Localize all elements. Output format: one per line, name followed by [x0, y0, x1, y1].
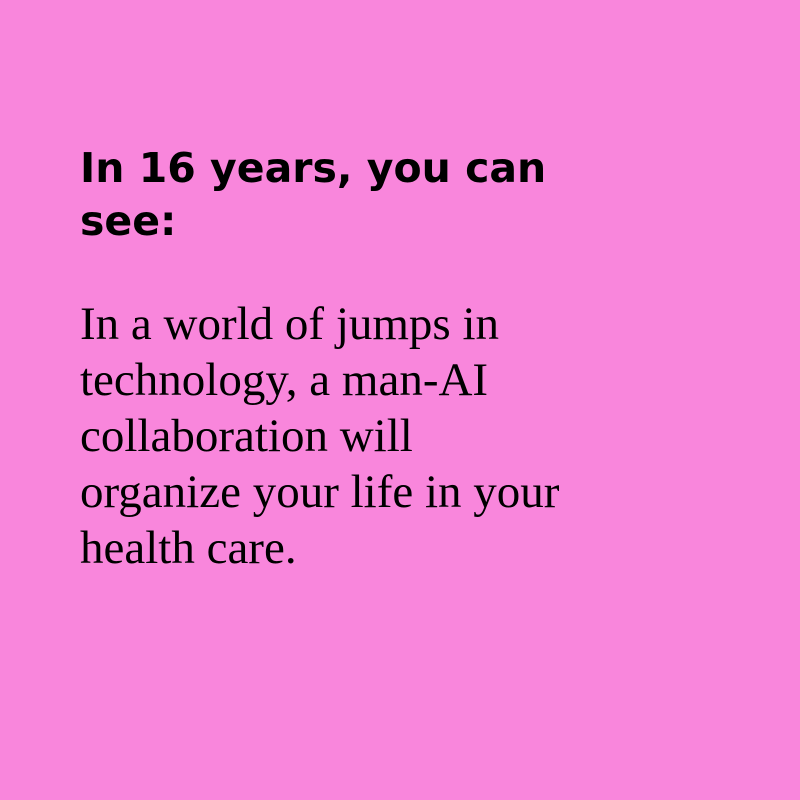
heading-line: In 16 years, you can: [80, 144, 547, 192]
body-line: collaboration will: [80, 410, 413, 462]
body-line: organize your life in your: [80, 466, 560, 518]
body-line: health care.: [80, 522, 297, 574]
body-line: In a world of jumps in: [80, 298, 500, 350]
card-heading: In 16 years, you can see:: [80, 142, 700, 248]
card-body-text: In a world of jumps in technology, a man…: [80, 296, 720, 576]
heading-line: see:: [80, 197, 177, 245]
text-card: In 16 years, you can see: In a world of …: [0, 0, 800, 800]
body-line: technology, a man-AI: [80, 354, 489, 406]
